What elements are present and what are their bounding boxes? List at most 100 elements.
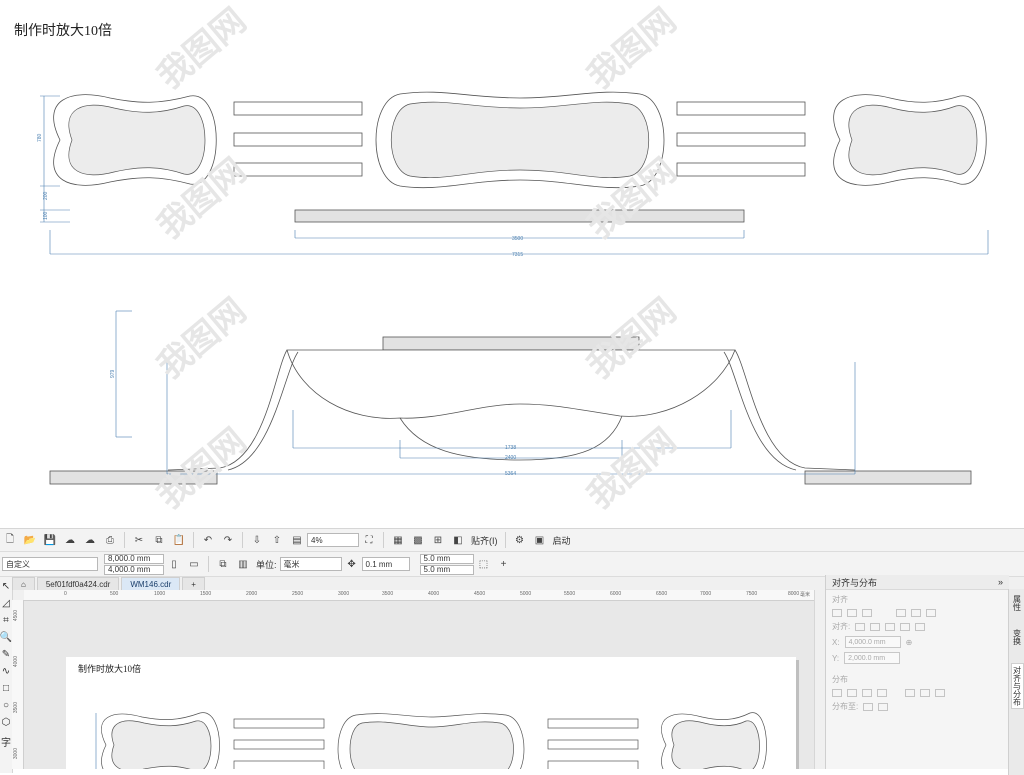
units-select[interactable]: 毫米: [279, 557, 342, 571]
page-edge-icon[interactable]: [885, 622, 896, 631]
watermark: 我图网: [581, 1, 684, 96]
distribute-to-label: 分布至:: [832, 702, 859, 711]
align-bottom-icon[interactable]: [926, 609, 936, 617]
vertical-ruler[interactable]: 4500 4000 3500 3000: [12, 600, 24, 769]
align-top-icon[interactable]: [896, 609, 906, 617]
horizontal-ruler[interactable]: 0 500 1000 1500 2000 2500 3000 3500 4000…: [24, 590, 814, 601]
align-left-icon[interactable]: [832, 609, 842, 617]
cut-icon[interactable]: ✂: [131, 532, 147, 548]
grid-align-icon[interactable]: [900, 622, 911, 631]
open-icon[interactable]: 📂: [22, 532, 38, 548]
cloud-download-icon[interactable]: ☁: [62, 532, 78, 548]
crop-tool-icon[interactable]: ⌗: [3, 615, 9, 626]
landscape-icon[interactable]: ▭: [186, 556, 202, 572]
distribute-right-icon[interactable]: [877, 689, 887, 697]
nudge-distance-field[interactable]: 0.1 mm: [361, 557, 410, 571]
snap-icon[interactable]: ◧: [450, 532, 466, 548]
text-tool-icon[interactable]: 字: [1, 734, 11, 749]
align-center-icon[interactable]: [847, 609, 857, 617]
export-icon[interactable]: ⇧: [269, 532, 285, 548]
options-gear-icon[interactable]: ⚙: [512, 532, 528, 548]
docker-title: 对齐与分布: [832, 577, 878, 588]
print-icon[interactable]: ⎙: [102, 532, 118, 548]
pdf-icon[interactable]: ▤: [289, 532, 305, 548]
page-title: 制作时放大10倍: [78, 664, 142, 674]
cloud-upload-icon[interactable]: ☁: [82, 532, 98, 548]
distribute-bottom-icon[interactable]: [935, 689, 945, 697]
import-icon[interactable]: ⇩: [249, 532, 265, 548]
save-icon[interactable]: 💾: [42, 532, 58, 548]
side-tab-properties[interactable]: 属性: [1012, 595, 1023, 611]
snap-to-menu[interactable]: 贴齐(I): [471, 534, 498, 547]
specified-point-icon[interactable]: [915, 622, 926, 631]
ruler-unit-label: 毫米: [800, 592, 811, 598]
align-middle-icon[interactable]: [911, 609, 921, 617]
distribute-spacing-icon[interactable]: [862, 689, 872, 697]
polygon-tool-icon[interactable]: ⬡: [2, 717, 11, 728]
x-field[interactable]: 4,000.0 mm: [844, 636, 901, 648]
new-document-icon[interactable]: 🗋: [2, 532, 18, 548]
guidelines-icon[interactable]: ⊞: [430, 532, 446, 548]
page-height-field[interactable]: 4,000.0 mm: [104, 564, 164, 575]
pick-tool-icon[interactable]: ↖: [2, 581, 10, 592]
ruler-label: 7000: [700, 591, 712, 597]
undo-icon[interactable]: ↶: [200, 532, 216, 548]
docker-side-tabs: 属性 变换 对齐与分布: [1008, 589, 1024, 775]
right-bar-group: [676, 101, 806, 177]
dim-3500: 3500: [512, 236, 523, 242]
full-screen-icon[interactable]: ⛶: [361, 532, 377, 548]
portrait-icon[interactable]: ▯: [166, 556, 182, 572]
grid-icon[interactable]: ▩: [410, 532, 426, 548]
dim-2400: 2400: [505, 455, 516, 461]
document-tab[interactable]: WM146.cdr: [121, 577, 181, 590]
distribute-middle-icon[interactable]: [920, 689, 930, 697]
duplicate-x-field[interactable]: 5.0 mm: [419, 553, 474, 564]
all-pages-icon[interactable]: ⧉: [215, 556, 231, 572]
duplicate-y-field[interactable]: 5.0 mm: [419, 564, 474, 575]
document-tab[interactable]: 5ef01fdf0a424.cdr: [36, 577, 120, 590]
home-tab-icon[interactable]: ⌂: [12, 577, 35, 590]
duplicate-distance-fields: 5.0 mm 5.0 mm: [419, 553, 474, 575]
align-section-label: 对齐: [832, 595, 848, 604]
rulers-icon[interactable]: ▦: [390, 532, 406, 548]
align-right-icon[interactable]: [862, 609, 872, 617]
ruler-label: 3500: [13, 702, 19, 714]
distribute-left-icon[interactable]: [832, 689, 842, 697]
artistic-media-icon[interactable]: ∿: [2, 666, 10, 677]
ellipse-tool-icon[interactable]: ○: [3, 700, 9, 711]
rectangle-tool-icon[interactable]: □: [3, 683, 9, 694]
vertical-scrollbar[interactable]: [814, 590, 825, 769]
docker-title-bar: 对齐与分布 »: [826, 575, 1009, 590]
new-tab-button[interactable]: +: [182, 577, 205, 590]
shape-tool-icon[interactable]: ◿: [2, 598, 10, 609]
launch-icon[interactable]: ▣: [532, 532, 548, 548]
page-border-icon[interactable]: ⬚: [476, 556, 492, 572]
selected-objects-icon[interactable]: [870, 622, 881, 631]
zoom-level-select[interactable]: 4%: [307, 533, 359, 547]
distribute-top-icon[interactable]: [905, 689, 915, 697]
coreldraw-window: 🗋 📂 💾 ☁ ☁ ⎙ ✂ ⧉ 📋 ↶ ↷ ⇩ ⇧ ▤ 4% ⛶ ▦ ▩ ⊞ ◧…: [0, 528, 1024, 775]
side-tab-transform[interactable]: 变换: [1012, 629, 1023, 645]
paste-icon[interactable]: 📋: [171, 532, 187, 548]
distribute-page-icon[interactable]: [878, 702, 889, 711]
freehand-tool-icon[interactable]: ✎: [2, 649, 10, 660]
y-field[interactable]: 2,000.0 mm: [844, 652, 901, 664]
page-preset-select[interactable]: 自定义: [2, 557, 98, 571]
side-tab-align-distribute[interactable]: 对齐与分布: [1010, 663, 1024, 709]
align-buttons-row: [832, 609, 1003, 617]
current-page-icon[interactable]: ▥: [235, 556, 251, 572]
redo-icon[interactable]: ↷: [220, 532, 236, 548]
copy-icon[interactable]: ⧉: [151, 532, 167, 548]
active-object-icon[interactable]: [855, 622, 866, 631]
page-width-field[interactable]: 8,000.0 mm: [104, 553, 164, 564]
distribute-selection-icon[interactable]: [863, 702, 874, 711]
add-icon[interactable]: +: [496, 556, 512, 572]
page-size-fields: 8,000.0 mm 4,000.0 mm: [104, 553, 164, 575]
drawing-canvas[interactable]: 制作时放大10倍: [24, 601, 814, 769]
docker-expand-icon[interactable]: »: [998, 577, 1003, 587]
launch-menu[interactable]: 启动: [553, 534, 571, 547]
distribute-center-icon[interactable]: [847, 689, 857, 697]
target-icon[interactable]: ⊕: [906, 638, 913, 647]
zoom-tool-icon[interactable]: 🔍: [0, 632, 12, 643]
ruler-label: 0: [64, 591, 67, 597]
